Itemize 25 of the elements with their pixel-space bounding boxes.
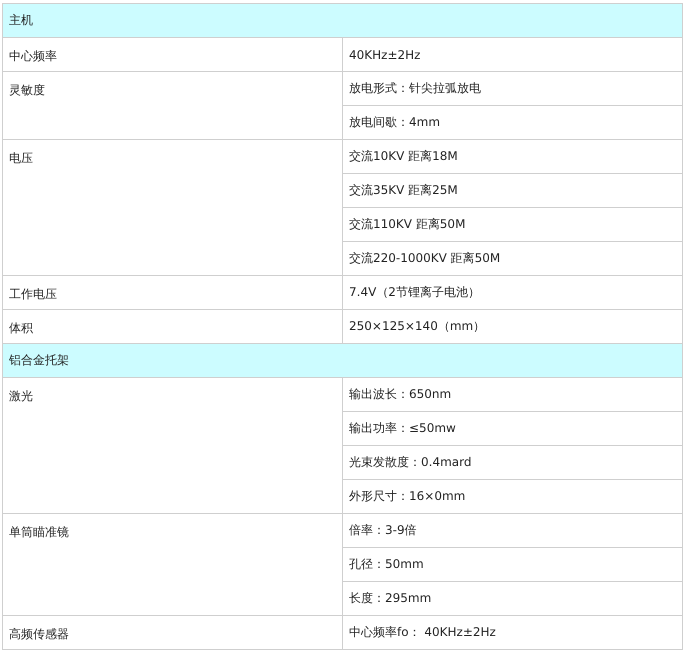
section-header: 铝合金托架 [2, 344, 682, 378]
label-cell: 单筒瞄准镜 [2, 514, 342, 616]
label-cell: 激光 [2, 378, 342, 514]
value-cell: 放电间歇：4mm [342, 106, 682, 140]
value-cell: 40KHz±2Hz [342, 38, 682, 72]
value-cell: 输出波长：650nm [342, 378, 682, 412]
section-header: 主机 [2, 4, 682, 38]
value-cell: 孔径：50mm [342, 548, 682, 582]
value-cell: 外形尺寸：16×0mm [342, 480, 682, 514]
label-cell: 中心频率 [2, 38, 342, 72]
label-cell: 灵敏度 [2, 72, 342, 140]
value-cell: 长度：295mm [342, 582, 682, 616]
label-cell: 高频传感器 [2, 616, 342, 650]
label-cell: 电压 [2, 140, 342, 276]
value-cell: 7.4V（2节锂离子电池） [342, 276, 682, 310]
value-cell: 交流110KV 距离50M [342, 208, 682, 242]
value-cell: 交流35KV 距离25M [342, 174, 682, 208]
value-cell: 中心频率fo： 40KHz±2Hz [342, 616, 682, 650]
value-cell: 交流10KV 距离18M [342, 140, 682, 174]
label-cell: 工作电压 [2, 276, 342, 310]
value-cell: 交流220-1000KV 距离50M [342, 242, 682, 276]
value-cell: 光束发散度：0.4mard [342, 446, 682, 480]
value-cell: 输出功率：≤50mw [342, 412, 682, 446]
value-cell: 放电形式：针尖拉弧放电 [342, 72, 682, 106]
value-cell: 倍率：3-9倍 [342, 514, 682, 548]
